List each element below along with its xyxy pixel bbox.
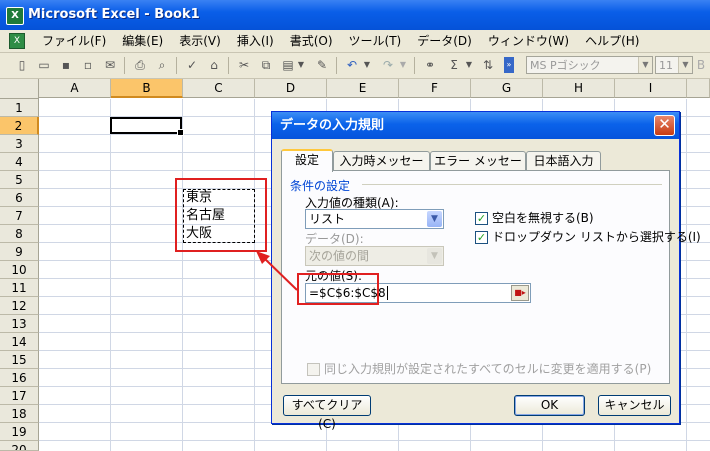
annotation-arrow-line: [263, 257, 298, 291]
annotation-overlay: [256, 251, 298, 291]
tab-settings[interactable]: 設定: [281, 149, 333, 172]
